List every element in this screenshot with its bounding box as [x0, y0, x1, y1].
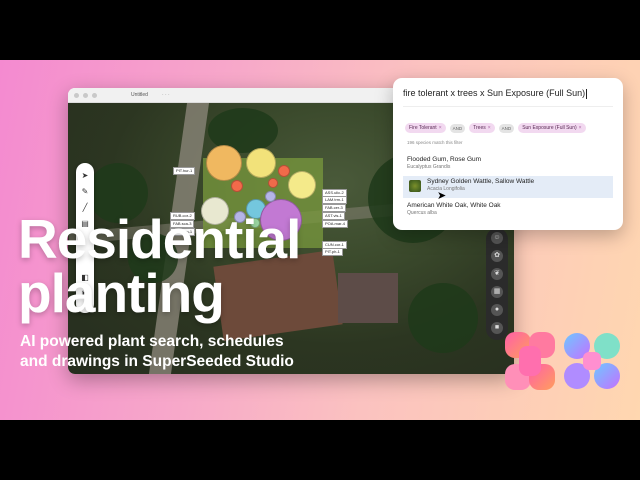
- headline: Residential planting: [18, 208, 301, 324]
- match-count: 196 species match this filter: [407, 140, 463, 145]
- leaf-icon[interactable]: ❦: [491, 268, 503, 280]
- search-input[interactable]: fire tolerant x trees x Sun Exposure (Fu…: [403, 88, 613, 99]
- filter-chip[interactable]: Sun Exposure (Full Sun) ×: [518, 123, 586, 133]
- filter-chip[interactable]: Fire Tolerant ×: [405, 123, 446, 133]
- plant-symbol[interactable]: [206, 145, 242, 181]
- plant-symbol[interactable]: [246, 148, 276, 178]
- plant-symbol[interactable]: [231, 180, 243, 192]
- plant-toolbar: ☺ ✿ ❦ ▦ ● ■: [486, 228, 508, 340]
- result-common-name: Sydney Golden Wattle, Sallow Wattle: [427, 178, 535, 185]
- plant-thumbnail: [409, 180, 421, 192]
- pen-icon[interactable]: ✎: [80, 187, 90, 197]
- result-latin-name: Quercus alba: [407, 210, 437, 216]
- plant-search-panel: fire tolerant x trees x Sun Exposure (Fu…: [393, 78, 623, 230]
- square-icon[interactable]: ■: [491, 322, 503, 334]
- headline-line-1: Residential: [18, 208, 301, 270]
- remove-chip-icon[interactable]: ×: [579, 125, 582, 131]
- headline-line-2: planting: [18, 262, 225, 324]
- text-caret: [586, 88, 588, 99]
- remove-chip-icon[interactable]: ×: [488, 125, 491, 131]
- building-roof: [338, 273, 398, 323]
- subtitle-line-2: and drawings in SuperSeeded Studio: [20, 353, 294, 370]
- people-icon[interactable]: ☺: [491, 232, 503, 244]
- plant-symbol[interactable]: [268, 178, 278, 188]
- plant-symbol[interactable]: [288, 171, 316, 199]
- subtitle: AI powered plant search, schedules and d…: [20, 332, 294, 372]
- result-common-name: Flooded Gum, Rose Gum: [407, 156, 482, 163]
- remove-chip-icon[interactable]: ×: [439, 125, 442, 131]
- tree-canopy: [408, 283, 478, 353]
- plant-tag[interactable]: PIT.ph-1: [322, 248, 343, 256]
- and-operator[interactable]: AND: [449, 123, 466, 133]
- logo-mark-right: [564, 333, 620, 389]
- maximize-window-button[interactable]: [92, 92, 97, 98]
- filter-chips: Fire Tolerant × AND Trees × AND Sun Exposu…: [405, 123, 586, 133]
- search-result[interactable]: Flooded Gum, Rose Gum Eucalyptus Grandis: [403, 154, 613, 176]
- result-latin-name: Eucalyptus Grandis: [407, 164, 451, 170]
- close-window-button[interactable]: [74, 92, 79, 98]
- grid-icon[interactable]: ▦: [491, 286, 503, 298]
- search-result[interactable]: American White Oak, White Oak Quercus al…: [403, 200, 613, 222]
- divider: [403, 106, 613, 107]
- search-result-selected[interactable]: Sydney Golden Wattle, Sallow Wattle Acac…: [403, 176, 613, 198]
- plant-tag[interactable]: PIT.hur-1: [173, 167, 196, 175]
- filter-chip[interactable]: Trees ×: [469, 123, 495, 133]
- plant-icon[interactable]: ✿: [491, 250, 503, 262]
- result-common-name: American White Oak, White Oak: [407, 202, 501, 209]
- minimize-window-button[interactable]: [83, 92, 88, 98]
- bottom-letterbox: [0, 420, 640, 480]
- plant-tag[interactable]: FAB.cer-3: [322, 204, 346, 212]
- result-latin-name: Acacia Longifolia: [427, 186, 465, 192]
- window-menu[interactable]: · · ·: [162, 92, 170, 98]
- subtitle-line-1: AI powered plant search, schedules: [20, 333, 284, 350]
- mouse-cursor-icon: ➤: [437, 190, 447, 202]
- plant-symbol[interactable]: [278, 165, 290, 177]
- pointer-icon[interactable]: ➤: [80, 171, 90, 181]
- plant-tag[interactable]: LAM.trm-1: [322, 196, 347, 204]
- plant-tag[interactable]: POA.mar-4: [322, 220, 349, 228]
- superseeded-logo: [505, 332, 620, 390]
- plant-tag[interactable]: AST.vis-1: [322, 212, 345, 220]
- logo-mark-left: [505, 332, 555, 390]
- plant-symbol[interactable]: [265, 191, 276, 202]
- circle-icon[interactable]: ●: [491, 304, 503, 316]
- top-letterbox: [0, 0, 640, 60]
- window-title: Untitled: [131, 92, 148, 98]
- and-operator[interactable]: AND: [498, 123, 515, 133]
